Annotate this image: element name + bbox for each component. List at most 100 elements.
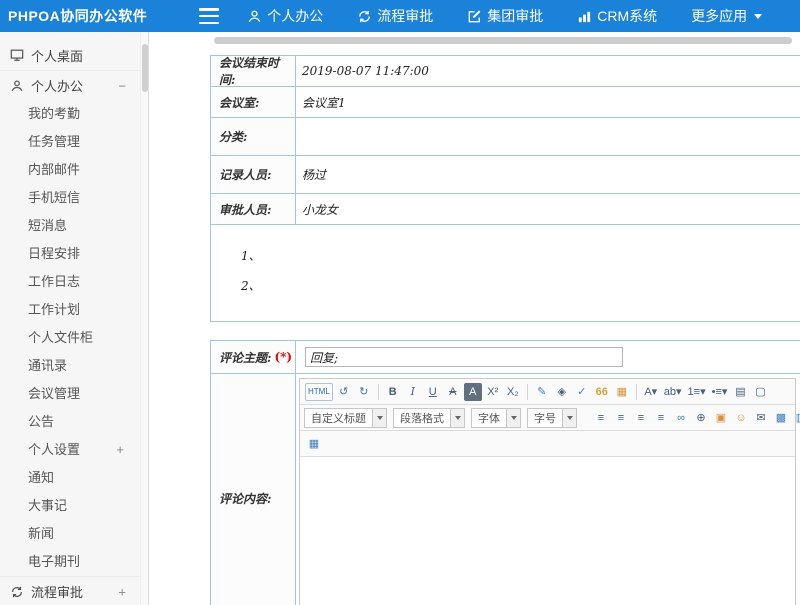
hamburger-menu-icon[interactable] [199, 8, 219, 24]
paste-plain-icon[interactable]: ▤ [731, 383, 749, 401]
chevron-down-icon [506, 409, 520, 427]
sidebar-item-label: 通知 [28, 470, 54, 485]
content-line: 1、 [241, 241, 261, 271]
field-value [296, 118, 800, 155]
sidebar-item-label: 我的考勤 [28, 106, 80, 121]
map-icon[interactable]: ▩ [772, 409, 790, 427]
app-title: PHPOA协同办公软件 [8, 6, 147, 26]
sidebar-item-workflow-approval[interactable]: 流程审批 + [0, 576, 140, 605]
sidebar-item-schedule[interactable]: 日程安排 [0, 240, 140, 268]
remove-format-icon[interactable]: ◈ [553, 383, 571, 401]
unordered-list-icon[interactable]: •≡▾ [710, 383, 730, 401]
emotion-icon[interactable]: ▦ [613, 383, 631, 401]
underline-icon[interactable]: U [424, 383, 442, 401]
nav-personal-office[interactable]: 个人办公 [247, 6, 323, 26]
field-value: 会议室1 [296, 87, 800, 117]
sidebar-item-meeting-management[interactable]: 会议管理 [0, 380, 140, 408]
sidebar-item-personal-office[interactable]: 个人办公 − [0, 70, 140, 100]
meeting-content-cell: 1、 2、 [211, 225, 261, 321]
collapse-icon[interactable]: − [118, 78, 126, 93]
format-painter-icon[interactable]: ✎ [533, 383, 551, 401]
sidebar-item-e-journal[interactable]: 电子期刊 [0, 548, 140, 576]
comment-subject-input[interactable] [305, 347, 623, 367]
expand-icon[interactable]: + [116, 436, 124, 464]
sidebar-item-notifications[interactable]: 通知 [0, 464, 140, 492]
insert-table-icon[interactable]: ▦ [305, 435, 323, 453]
bar-chart-icon [577, 9, 592, 24]
strikethrough-icon[interactable]: A [444, 383, 462, 401]
field-value [296, 341, 800, 373]
custom-title-dropdown[interactable]: 自定义标题 [304, 408, 387, 428]
edit-approval-icon [467, 9, 482, 24]
redo-icon[interactable]: ↻ [355, 383, 373, 401]
sidebar-item-personal-settings[interactable]: 个人设置 + [0, 436, 140, 464]
blockquote-icon[interactable]: 66 [593, 383, 611, 401]
link-icon[interactable]: ∞ [672, 409, 690, 427]
toolbar-separator [527, 384, 528, 400]
ordered-list-icon[interactable]: 1≡▾ [686, 383, 708, 401]
image-icon[interactable]: ▣ [712, 409, 730, 427]
dropdown-label: 字号 [528, 410, 562, 426]
font-family-dropdown[interactable]: 字体 [471, 408, 521, 428]
sidebar-item-short-message[interactable]: 短消息 [0, 212, 140, 240]
sidebar-item-attendance[interactable]: 我的考勤 [0, 100, 140, 128]
align-right-icon[interactable]: ≡ [632, 409, 650, 427]
sidebar-item-label: 大事记 [28, 498, 67, 513]
sidebar-item-file-cabinet[interactable]: 个人文件柜 [0, 324, 140, 352]
font-color-icon[interactable]: A▾ [642, 383, 660, 401]
nav-label: 流程审批 [377, 6, 433, 26]
field-label: 分类: [211, 118, 296, 155]
align-left-icon[interactable]: ≡ [592, 409, 610, 427]
sidebar-item-announcement[interactable]: 公告 [0, 408, 140, 436]
sidebar-item-desktop[interactable]: 个人桌面 [0, 40, 140, 70]
superscript-icon[interactable]: X² [484, 383, 502, 401]
monitor-icon [10, 48, 24, 62]
sidebar-item-work-plan[interactable]: 工作计划 [0, 296, 140, 324]
nav-crm-system[interactable]: CRM系统 [577, 6, 657, 26]
italic-icon[interactable]: I [404, 383, 422, 401]
font-size-dropdown[interactable]: 字号 [527, 408, 577, 428]
chevron-down-icon [450, 409, 464, 427]
anchor-icon[interactable]: ⊕ [692, 409, 710, 427]
expand-icon[interactable]: + [118, 584, 126, 599]
sidebar-item-sms[interactable]: 手机短信 [0, 184, 140, 212]
new-document-icon[interactable]: ▢ [751, 383, 769, 401]
sidebar-item-tasks[interactable]: 任务管理 [0, 128, 140, 156]
undo-icon[interactable]: ↺ [335, 383, 353, 401]
paragraph-format-dropdown[interactable]: 段落格式 [393, 408, 465, 428]
sidebar-item-label: 流程审批 [31, 582, 83, 601]
emotion-face-icon[interactable]: ☺ [732, 409, 750, 427]
sidebar-item-contacts[interactable]: 通讯录 [0, 352, 140, 380]
nav-workflow-approval[interactable]: 流程审批 [357, 6, 433, 26]
topbar: PHPOA协同办公软件 个人办公 流程审批 集团审批 CRM系统 更多应用 [0, 0, 800, 32]
bold-icon[interactable]: B [384, 383, 402, 401]
horizontal-scrollbar[interactable] [214, 37, 792, 44]
nav-label: 个人办公 [267, 6, 323, 26]
background-color-icon[interactable]: ab▾ [662, 383, 684, 401]
editor-body[interactable] [300, 457, 795, 605]
sidebar-item-work-log[interactable]: 工作日志 [0, 268, 140, 296]
sidebar-item-internal-mail[interactable]: 内部邮件 [0, 156, 140, 184]
align-center-icon[interactable]: ≡ [612, 409, 630, 427]
sidebar-item-news[interactable]: 新闻 [0, 520, 140, 548]
sidebar-submenu: 我的考勤 任务管理 内部邮件 手机短信 短消息 日程安排 工作日志 工作计划 个… [0, 100, 140, 576]
person-icon [10, 79, 24, 93]
table-row: 分类: [211, 118, 800, 156]
table-row: 会议结束时间: 2019-08-07 11:47:00 [211, 56, 800, 87]
content-line: 2、 [241, 271, 261, 301]
sidebar-item-label: 手机短信 [28, 190, 80, 205]
auto-typeset-icon[interactable]: ✓ [573, 383, 591, 401]
nav-more-apps[interactable]: 更多应用 [691, 6, 762, 26]
attachment-icon[interactable]: ✉ [752, 409, 770, 427]
sidebar-scrollbar[interactable] [140, 32, 148, 605]
sidebar-item-major-events[interactable]: 大事记 [0, 492, 140, 520]
field-value: 杨过 [296, 156, 800, 193]
align-justify-icon[interactable]: ≡ [652, 409, 670, 427]
sidebar-item-label: 会议管理 [28, 386, 80, 401]
source-code-icon[interactable]: HTML [305, 383, 333, 401]
nav-group-approval[interactable]: 集团审批 [467, 6, 543, 26]
code-icon[interactable]: ▥ [792, 409, 800, 427]
font-border-icon[interactable]: A [464, 383, 482, 401]
subscript-icon[interactable]: X₂ [504, 383, 522, 401]
nav-label: 更多应用 [691, 6, 747, 26]
